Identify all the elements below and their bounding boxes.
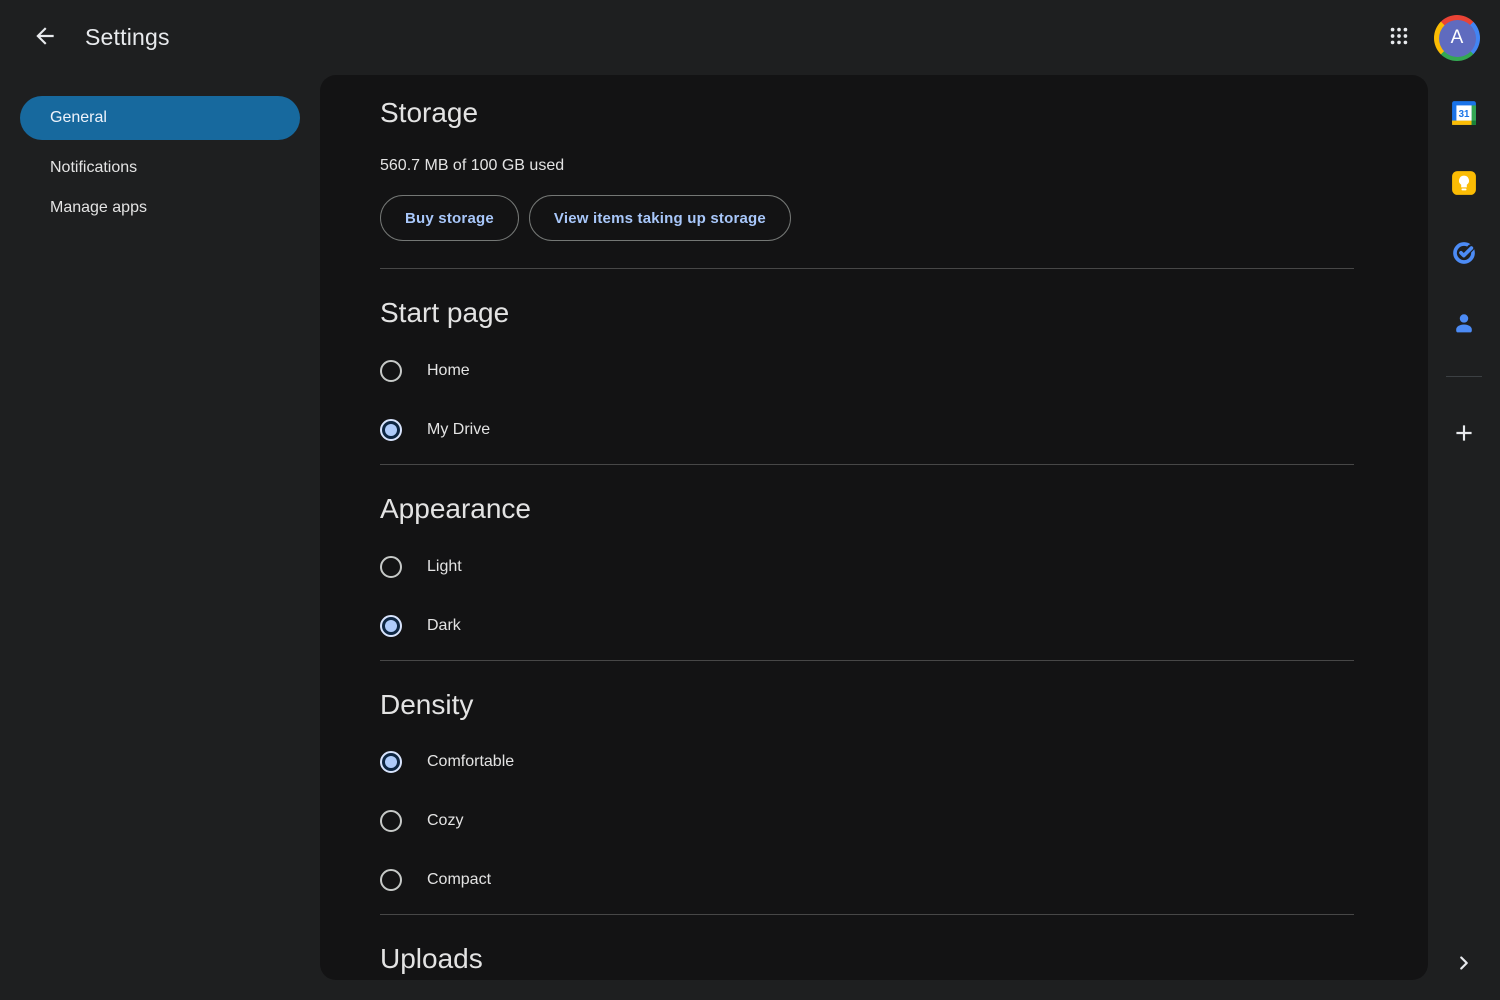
sidebar-item-label: Manage apps	[50, 199, 147, 216]
contacts-app-button[interactable]	[1450, 311, 1478, 339]
account-avatar[interactable]: A	[1434, 15, 1480, 61]
appearance-option-dark[interactable]: Dark	[380, 606, 1354, 646]
radio-selected-icon[interactable]	[380, 615, 402, 637]
uploads-section-title: Uploads	[380, 943, 483, 974]
density-option-cozy[interactable]: Cozy	[380, 801, 1354, 841]
radio-option-label: Dark	[427, 617, 461, 634]
radio-unselected-icon[interactable]	[380, 360, 402, 382]
sidebar-item-notifications[interactable]: Notifications	[0, 148, 320, 188]
appearance-section-title: Appearance	[380, 493, 532, 524]
storage-usage-text: 560.7 MB of 100 GB used	[380, 157, 565, 174]
google-apps-button[interactable]	[1386, 25, 1412, 51]
density-option-compact[interactable]: Compact	[380, 860, 1354, 900]
plus-icon	[1451, 420, 1477, 451]
google-tasks-icon	[1451, 240, 1477, 271]
topbar: Settings A	[0, 0, 1500, 75]
storage-buttons-row: Buy storage View items taking up storage	[380, 195, 1354, 241]
apps-grid-icon	[1388, 25, 1410, 52]
keep-app-button[interactable]	[1450, 170, 1478, 201]
radio-option-label: My Drive	[427, 421, 491, 438]
page-title: Settings	[85, 24, 170, 50]
calendar-app-button[interactable]: 31	[1450, 100, 1478, 131]
radio-option-label: Comfortable	[427, 753, 515, 770]
sidebar-item-label: Notifications	[50, 159, 138, 176]
radio-unselected-icon[interactable]	[380, 810, 402, 832]
settings-content-panel: Storage 560.7 MB of 100 GB used Buy stor…	[320, 75, 1428, 980]
storage-section-title: Storage	[380, 97, 479, 128]
density-option-comfortable[interactable]: Comfortable	[380, 742, 1354, 782]
sidebar-item-manage-apps[interactable]: Manage apps	[0, 188, 320, 228]
sidebar-item-general[interactable]: General	[20, 96, 300, 140]
radio-unselected-icon[interactable]	[380, 556, 402, 578]
show-side-panel-button[interactable]	[1450, 951, 1478, 979]
contacts-person-icon	[1451, 310, 1477, 341]
sidebar-item-label: General	[50, 109, 107, 126]
svg-text:31: 31	[1459, 108, 1470, 119]
get-add-ons-button[interactable]	[1450, 421, 1478, 449]
side-panel-rail: 31	[1428, 75, 1500, 1000]
section-divider	[380, 660, 1354, 661]
radio-unselected-icon[interactable]	[380, 869, 402, 891]
settings-sidebar: General Notifications Manage apps	[0, 75, 320, 228]
radio-selected-icon[interactable]	[380, 419, 402, 441]
radio-option-label: Compact	[427, 871, 492, 888]
appearance-option-light[interactable]: Light	[380, 547, 1354, 587]
view-items-storage-button[interactable]: View items taking up storage	[528, 195, 791, 241]
rail-separator	[1446, 376, 1482, 377]
section-divider	[380, 268, 1354, 269]
chevron-right-icon	[1453, 952, 1475, 979]
section-divider	[380, 464, 1354, 465]
radio-selected-icon[interactable]	[380, 751, 402, 773]
start-page-option-home[interactable]: Home	[380, 351, 1354, 391]
google-calendar-icon: 31	[1451, 100, 1477, 131]
radio-option-label: Home	[427, 362, 470, 379]
avatar-letter: A	[1438, 19, 1476, 57]
radio-option-label: Light	[427, 558, 462, 575]
section-divider	[380, 914, 1354, 915]
radio-option-label: Cozy	[427, 812, 464, 829]
tasks-app-button[interactable]	[1450, 241, 1478, 269]
google-keep-icon	[1451, 170, 1477, 201]
density-section-title: Density	[380, 689, 474, 720]
start-page-option-my-drive[interactable]: My Drive	[380, 410, 1354, 450]
buy-storage-button[interactable]: Buy storage	[380, 195, 519, 241]
start-page-section-title: Start page	[380, 297, 510, 328]
back-button[interactable]	[30, 23, 60, 53]
back-arrow-icon	[32, 23, 58, 54]
